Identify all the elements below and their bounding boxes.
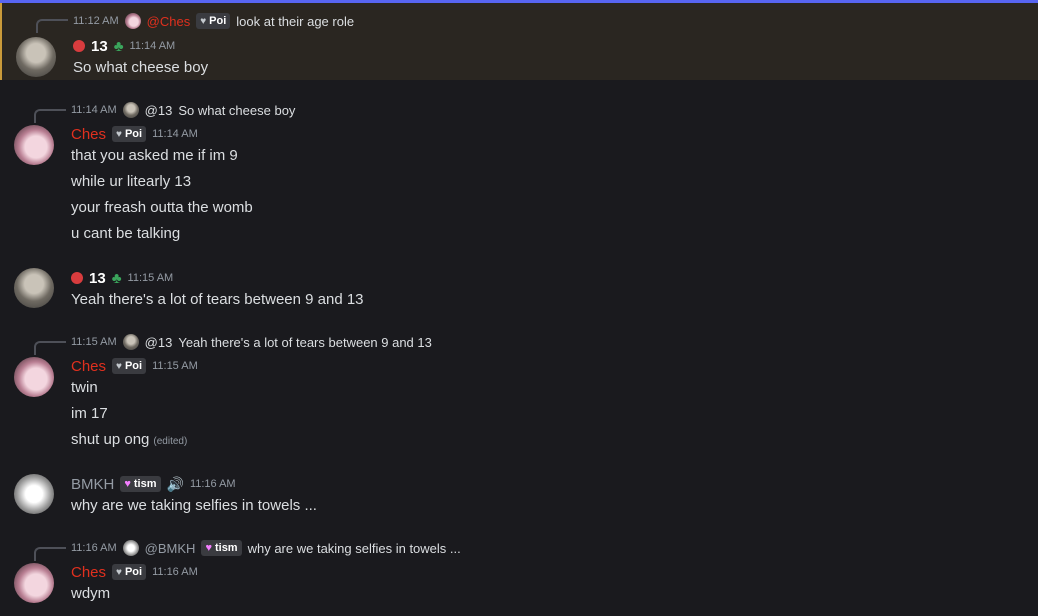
username[interactable]: BMKH xyxy=(71,476,114,493)
message-line: im 17 xyxy=(71,405,108,422)
role-tag: ♥ Poi xyxy=(112,564,147,580)
reply-connector xyxy=(34,109,66,123)
edited-label: (edited) xyxy=(153,436,188,447)
reply-avatar xyxy=(122,102,139,118)
frog-icon: ♣ xyxy=(113,37,124,55)
heart-icon: ♥ xyxy=(200,15,207,27)
avatar[interactable] xyxy=(14,357,54,397)
heart-icon: ♥ xyxy=(116,566,122,578)
message-line: wdym xyxy=(71,585,111,602)
role-tag: ♥ tism xyxy=(201,540,242,556)
message-header: Ches ♥ Poi 11:14 AM xyxy=(71,124,198,144)
heart-icon: ♥ xyxy=(205,542,212,554)
username[interactable]: Ches xyxy=(71,564,106,581)
status-icon xyxy=(71,272,83,284)
reply-avatar xyxy=(124,13,141,29)
avatar[interactable] xyxy=(14,474,54,514)
reply-time: 11:15 AM xyxy=(71,336,117,348)
message-2[interactable]: 11:14 AM @13 So what cheese boy Ches ♥ Po… xyxy=(0,96,1038,251)
username[interactable]: Ches xyxy=(71,126,106,143)
avatar[interactable] xyxy=(16,37,56,77)
heart-icon: ♥ xyxy=(124,478,131,490)
reply-avatar xyxy=(122,334,139,350)
role-tag: ♥ Poi xyxy=(196,13,231,29)
reply-mention[interactable]: @13 xyxy=(145,103,173,118)
reply-connector xyxy=(36,19,68,33)
reply-connector xyxy=(34,341,66,355)
heart-icon: ♥ xyxy=(116,128,122,140)
message-line: u cant be talking xyxy=(71,225,181,242)
avatar[interactable] xyxy=(14,125,54,165)
message-header: BMKH ♥ tism 🔊 11:16 AM xyxy=(71,474,236,494)
message-line: your freash outta the womb xyxy=(71,199,253,216)
message-5[interactable]: BMKH ♥ tism 🔊 11:16 AM why are we taking … xyxy=(0,466,1038,526)
reply-mention[interactable]: @BMKH xyxy=(145,541,196,556)
reply-connector xyxy=(34,547,66,561)
username[interactable]: 13 xyxy=(91,38,108,55)
reply-time: 11:16 AM xyxy=(71,542,117,554)
message-header: 13 ♣ 11:15 AM xyxy=(71,268,173,288)
message-line: why are we taking selfies in towels ... xyxy=(71,497,317,514)
message-text: shut up ong xyxy=(71,431,150,448)
reply-text: So what cheese boy xyxy=(178,102,296,118)
message-header: 13 ♣ 11:14 AM xyxy=(73,36,175,56)
message-line: while ur litearly 13 xyxy=(71,173,192,190)
message-header: Ches ♥ Poi 11:15 AM xyxy=(71,356,198,376)
message-header: Ches ♥ Poi 11:16 AM xyxy=(71,562,198,582)
heart-icon: ♥ xyxy=(116,360,122,372)
reply-text: Yeah there's a lot of tears between 9 an… xyxy=(178,334,432,350)
avatar[interactable] xyxy=(14,563,54,603)
frog-icon: ♣ xyxy=(111,269,122,287)
timestamp: 11:16 AM xyxy=(189,478,236,490)
reply-avatar xyxy=(122,540,139,556)
timestamp: 11:15 AM xyxy=(152,360,198,372)
username[interactable]: 13 xyxy=(89,270,106,287)
username[interactable]: Ches xyxy=(71,358,106,375)
role-tag: ♥ Poi xyxy=(112,126,147,142)
timestamp: 11:14 AM xyxy=(152,128,198,140)
reply-text: look at their age role xyxy=(236,13,355,29)
reply-mention[interactable]: @Ches xyxy=(147,14,191,29)
timestamp: 11:14 AM xyxy=(129,40,176,52)
reply-preview[interactable]: 11:15 AM @13 Yeah there's a lot of tears… xyxy=(71,333,432,351)
reply-time: 11:14 AM xyxy=(71,104,117,116)
message-6[interactable]: 11:16 AM @BMKH ♥ tism why are we taking s… xyxy=(0,534,1038,616)
message-line-edited: shut up ong (edited) xyxy=(71,431,187,448)
message-line: that you asked me if im 9 xyxy=(71,147,238,164)
reply-time: 11:12 AM xyxy=(73,15,119,27)
reply-preview[interactable]: 11:12 AM @Ches ♥ Poi look at their age ro… xyxy=(73,12,354,30)
message-1[interactable]: 11:12 AM @Ches ♥ Poi look at their age ro… xyxy=(0,3,1038,80)
timestamp: 11:15 AM xyxy=(127,272,174,284)
reply-text: why are we taking selfies in towels ... xyxy=(247,540,461,556)
message-4[interactable]: 11:15 AM @13 Yeah there's a lot of tears… xyxy=(0,328,1038,458)
reply-preview[interactable]: 11:14 AM @13 So what cheese boy xyxy=(71,101,295,119)
message-line: twin xyxy=(71,379,98,396)
message-line: So what cheese boy xyxy=(73,59,209,76)
reply-preview[interactable]: 11:16 AM @BMKH ♥ tism why are we taking s… xyxy=(71,539,461,557)
message-line: Yeah there's a lot of tears between 9 an… xyxy=(71,291,364,308)
role-tag: ♥ tism xyxy=(120,476,161,492)
role-tag: ♥ Poi xyxy=(112,358,147,374)
message-3[interactable]: 13 ♣ 11:15 AM Yeah there's a lot of tear… xyxy=(0,260,1038,320)
timestamp: 11:16 AM xyxy=(152,566,198,578)
status-icon xyxy=(73,40,85,52)
speaker-icon: 🔊 xyxy=(166,475,184,492)
avatar[interactable] xyxy=(14,268,54,308)
reply-mention[interactable]: @13 xyxy=(145,335,173,350)
